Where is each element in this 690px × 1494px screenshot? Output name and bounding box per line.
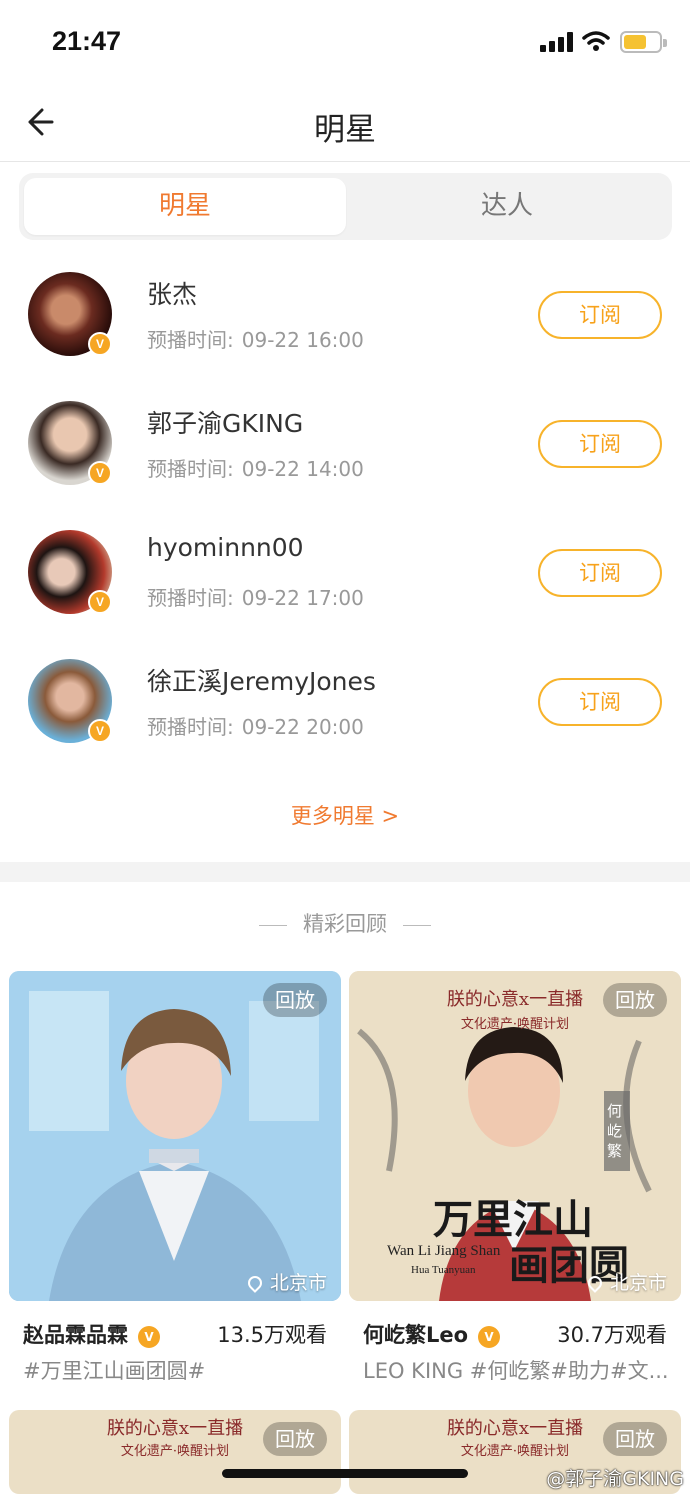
page-title: 明星 [314, 112, 376, 148]
location-tag: 北京市 [585, 1268, 667, 1295]
section-title: 精彩回顾 [0, 908, 690, 938]
verified-badge-icon: V [88, 590, 112, 614]
star-name: hyominnn00 [147, 533, 304, 562]
subscribe-button[interactable]: 订阅 [538, 291, 662, 339]
star-row[interactable]: V 张杰 预播时间: 09-22 16:00 订阅 [0, 250, 690, 379]
star-row[interactable]: V 郭子渝GKING 预播时间: 09-22 14:00 订阅 [0, 379, 690, 508]
watermark: @郭子渝GKING [546, 1468, 684, 1490]
star-row[interactable]: V 徐正溪JeremyJones 预播时间: 09-22 20:00 订阅 [0, 637, 690, 766]
wifi-icon [582, 31, 610, 51]
schedule-time: 预播时间: 09-22 14:00 [147, 457, 364, 481]
schedule-time: 预播时间: 09-22 20:00 [147, 715, 364, 739]
verified-badge-icon: V [88, 332, 112, 356]
card-thumbnail[interactable]: 回放 北京市 [9, 971, 341, 1301]
subscribe-button[interactable]: 订阅 [538, 420, 662, 468]
location-pin-icon [245, 1273, 265, 1293]
card-thumbnail[interactable]: 朕的心意x一直播 文化遗产·唤醒计划 回放 [9, 1410, 341, 1494]
status-bar: 21:47 [0, 0, 690, 84]
card-thumbnail[interactable]: 朕的心意x一直播 文化遗产·唤醒计划 何屹繁 万里江山 画团圆 Wan Li J… [349, 971, 681, 1301]
card-author[interactable]: 何屹繁Leo V [363, 1319, 501, 1349]
verified-badge-icon: V [138, 1326, 160, 1348]
verified-badge-icon: V [88, 719, 112, 743]
star-name: 郭子渝GKING [147, 409, 304, 438]
verified-badge-icon: V [478, 1326, 501, 1348]
card-description: LEO KING #何屹繁#助力#文... [363, 1359, 669, 1383]
star-name: 徐正溪JeremyJones [147, 667, 376, 696]
more-stars-link[interactable]: 更多明星 > [0, 800, 690, 830]
section-divider [0, 862, 690, 882]
tab-influencers[interactable]: 达人 [346, 178, 668, 235]
replay-tag: 回放 [603, 1422, 667, 1456]
replay-tag: 回放 [263, 1422, 327, 1456]
schedule-time: 预播时间: 09-22 16:00 [147, 328, 364, 352]
subscribe-button[interactable]: 订阅 [538, 678, 662, 726]
poster-banner-text: 文化遗产·唤醒计划 [120, 1444, 230, 1459]
poster-en-1: Wan Li Jiang Shan [387, 1243, 501, 1259]
replay-tag: 回放 [603, 983, 667, 1017]
subscribe-button[interactable]: 订阅 [538, 549, 662, 597]
location-pin-icon [585, 1273, 605, 1293]
poster-side-text: 何屹繁 [607, 1102, 623, 1160]
status-time: 21:47 [52, 26, 122, 56]
category-tabs: 明星 达人 [19, 173, 672, 240]
replay-card[interactable]: 朕的心意x一直播 文化遗产·唤醒计划 何屹繁 万里江山 画团圆 Wan Li J… [349, 971, 681, 1391]
view-count: 13.5万观看 [217, 1323, 327, 1347]
view-count: 30.7万观看 [557, 1323, 667, 1347]
battery-icon [620, 31, 667, 53]
replay-card[interactable]: 回放 北京市 赵品霖品霖 V 13.5万观看 #万里江山画团圆# [9, 971, 341, 1391]
poster-banner-text: 文化遗产·唤醒计划 [460, 1017, 570, 1032]
star-name: 张杰 [147, 280, 198, 309]
poster-banner-text: 文化遗产·唤醒计划 [460, 1444, 570, 1459]
schedule-time: 预播时间: 09-22 17:00 [147, 586, 364, 610]
poster-en-2: Hua Tuanyuan [411, 1264, 476, 1276]
signal-icon [540, 32, 574, 52]
card-description: #万里江山画团圆# [23, 1359, 206, 1383]
home-indicator[interactable] [222, 1469, 468, 1478]
star-row[interactable]: V hyominnn00 预播时间: 09-22 17:00 订阅 [0, 508, 690, 637]
card-author[interactable]: 赵品霖品霖 V [23, 1319, 160, 1349]
star-list: V 张杰 预播时间: 09-22 16:00 订阅 V 郭子渝GKING 预播时间… [0, 250, 690, 766]
location-tag: 北京市 [245, 1268, 327, 1295]
verified-badge-icon: V [88, 461, 112, 485]
card-photo [9, 971, 341, 1301]
nav-bar: 明星 [0, 84, 690, 162]
replay-card[interactable]: 朕的心意x一直播 文化遗产·唤醒计划 回放 [9, 1410, 341, 1494]
tab-stars[interactable]: 明星 [24, 178, 346, 235]
replay-tag: 回放 [263, 983, 327, 1017]
